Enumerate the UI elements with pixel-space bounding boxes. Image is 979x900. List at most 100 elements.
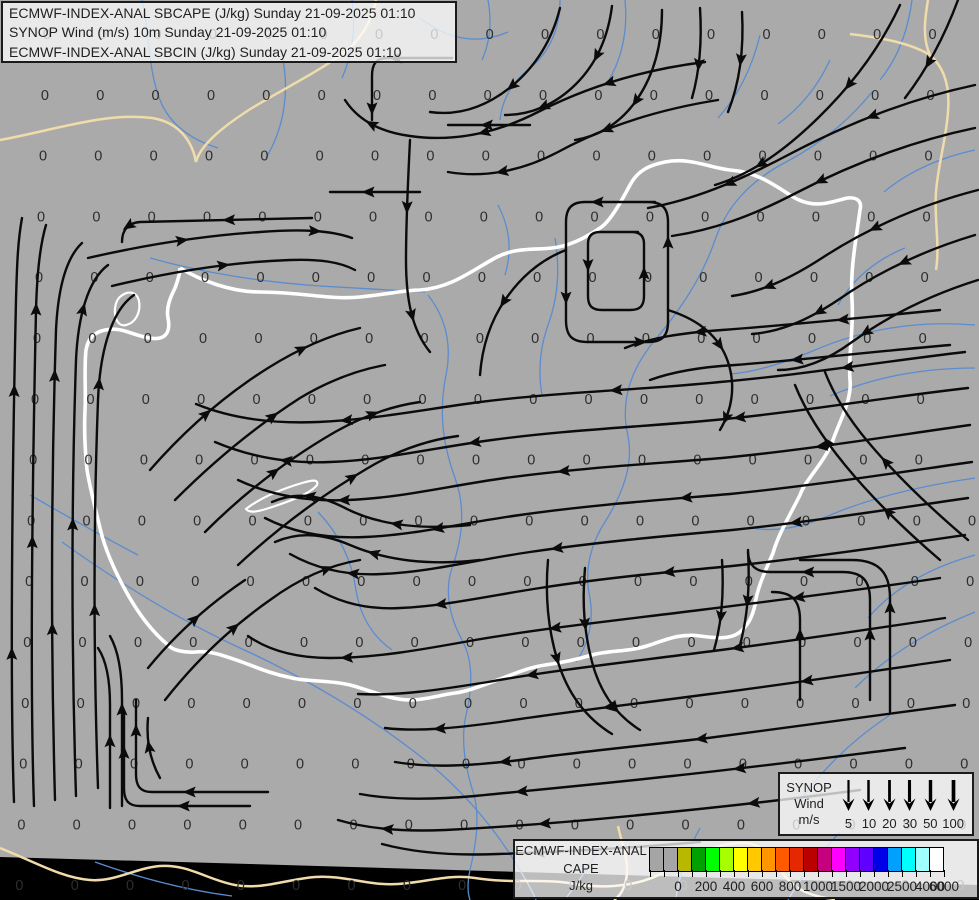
sbcin-grid-zero: 0 [695, 392, 703, 408]
sbcin-grid-zero: 0 [239, 817, 247, 833]
sbcin-grid-zero: 0 [304, 513, 312, 529]
sbcin-grid-zero: 0 [296, 757, 304, 773]
sbcin-grid-zero: 0 [347, 878, 355, 894]
sbcin-grid-zero: 0 [594, 88, 602, 104]
sbcin-grid-zero: 0 [683, 757, 691, 773]
sbcin-grid-zero: 0 [905, 757, 913, 773]
sbcin-grid-zero: 0 [587, 331, 595, 347]
cape-tick [664, 870, 665, 877]
sbcin-grid-zero: 0 [199, 331, 207, 347]
sbcin-grid-zero: 0 [743, 635, 751, 651]
sbcin-grid-zero: 0 [646, 209, 654, 225]
sbcin-grid-zero: 0 [814, 149, 822, 165]
sbcin-grid-zero: 0 [77, 696, 85, 712]
wind-speed-label: 30 [902, 816, 918, 831]
sbcin-grid-zero: 0 [37, 209, 45, 225]
sbcin-grid-zero: 0 [640, 392, 648, 408]
cape-legend: ECMWF-INDEX-ANAL CAPE J/kg 0 200 400 600 800… [513, 839, 979, 899]
wind-down-arrow-icon [924, 780, 937, 811]
wind-down-arrow-icon [862, 780, 875, 811]
sbcin-grid-zero: 0 [480, 209, 488, 225]
cape-swatch [747, 847, 762, 872]
sbcin-grid-zero: 0 [367, 270, 375, 286]
cape-swatch [677, 847, 692, 872]
sbcin-grid-zero: 0 [699, 270, 707, 286]
sbcin-grid-zero: 0 [316, 149, 324, 165]
sbcin-grid-zero: 0 [687, 635, 695, 651]
sbcin-grid-zero: 0 [138, 513, 146, 529]
sbcin-grid-zero: 0 [755, 270, 763, 286]
sbcin-grid-zero: 0 [592, 149, 600, 165]
cape-swatch [845, 847, 860, 872]
title-line-sbcape: ECMWF-INDEX-ANAL SBCAPE (J/kg) Sunday 21… [9, 5, 416, 21]
sbcin-grid-zero: 0 [804, 453, 812, 469]
wind-down-arrow-icon [903, 780, 916, 811]
sbcin-grid-zero: 0 [859, 453, 867, 469]
sbcin-grid-zero: 0 [794, 757, 802, 773]
sbcin-grid-zero: 0 [478, 270, 486, 286]
sbcin-grid-zero: 0 [531, 331, 539, 347]
cape-tick [860, 870, 861, 877]
sbcin-grid-zero: 0 [252, 392, 260, 408]
sbcin-grid-zero: 0 [152, 88, 160, 104]
sbcin-grid-zero: 0 [256, 270, 264, 286]
wind-legend-title: SYNOP Wind m/s [780, 774, 838, 834]
sbcin-grid-zero: 0 [15, 878, 23, 894]
wind-legend-param: Wind [794, 796, 824, 811]
sbcin-grid-zero: 0 [258, 209, 266, 225]
sbcin-grid-zero: 0 [183, 817, 191, 833]
sbcin-grid-zero: 0 [642, 331, 650, 347]
sbcin-grid-zero: 0 [573, 757, 581, 773]
wind-legend: SYNOP Wind m/s 5 10 20 30 50 100 [778, 772, 974, 836]
sbcin-grid-zero: 0 [243, 696, 251, 712]
sbcin-grid-zero: 0 [919, 331, 927, 347]
sbcin-grid-zero: 0 [853, 635, 861, 651]
sbcin-grid-zero: 0 [464, 696, 472, 712]
sbcin-grid-zero: 0 [682, 817, 690, 833]
sbcin-grid-zero: 0 [428, 88, 436, 104]
sbcin-grid-zero: 0 [925, 149, 933, 165]
title-line-sbcin: ECMWF-INDEX-ANAL SBCIN (J/kg) Sunday 21-… [9, 43, 402, 60]
sbcin-grid-zero: 0 [191, 574, 199, 590]
sbcin-grid-zero: 0 [126, 878, 134, 894]
sbcin-grid-zero: 0 [535, 209, 543, 225]
sbcin-grid-zero: 0 [144, 331, 152, 347]
sbcin-grid-zero: 0 [207, 88, 215, 104]
wind-legend-source: SYNOP [786, 780, 832, 795]
sbcin-grid-zero: 0 [365, 331, 373, 347]
sbcin-grid-zero: 0 [142, 392, 150, 408]
cape-swatch [803, 847, 818, 872]
cape-swatch [719, 847, 734, 872]
sbcin-grid-zero: 0 [71, 878, 79, 894]
cape-tick [846, 870, 847, 877]
weather-map-canvas: 0 0 0 0 0 0 0 0 0 0 0 0 0 0 0 0 0 0 0 0 0 0 0 0 0 0 0 0 0 0 0 0 0 0 0 0 0 0 0 0… [0, 0, 979, 900]
cape-tick [902, 870, 903, 877]
sbcin-grid-zero: 0 [707, 27, 715, 43]
sbcin-grid-zero: 0 [760, 88, 768, 104]
sbcin-grid-zero: 0 [460, 817, 468, 833]
sbcin-grid-zero: 0 [371, 149, 379, 165]
cape-tick [650, 870, 651, 877]
sbcin-grid-zero: 0 [262, 88, 270, 104]
cape-swatch [817, 847, 832, 872]
sbcin-grid-zero: 0 [466, 635, 474, 651]
cape-tick [720, 870, 721, 877]
wind-speed-label: 20 [882, 816, 897, 831]
wind-speed-scale: 5 10 20 30 50 100 [838, 774, 972, 834]
sbcin-grid-zero: 0 [369, 209, 377, 225]
sbcin-grid-zero: 0 [519, 696, 527, 712]
sbcin-grid-zero: 0 [909, 635, 917, 651]
cape-tick [944, 870, 945, 877]
sbcin-grid-zero: 0 [482, 149, 490, 165]
cape-swatch [789, 847, 804, 872]
sbcin-grid-zero: 0 [589, 270, 597, 286]
sbcin-grid-zero: 0 [818, 27, 826, 43]
sbcin-grid-zero: 0 [73, 817, 81, 833]
sbcin-grid-zero: 0 [82, 513, 90, 529]
sbcin-grid-zero: 0 [486, 27, 494, 43]
sbcin-grid-zero: 0 [964, 635, 972, 651]
cape-legend-unit: J/kg [569, 878, 593, 893]
sbcin-grid-zero: 0 [260, 149, 268, 165]
sbcin-grid-zero: 0 [148, 209, 156, 225]
sbcin-grid-zero: 0 [237, 878, 245, 894]
